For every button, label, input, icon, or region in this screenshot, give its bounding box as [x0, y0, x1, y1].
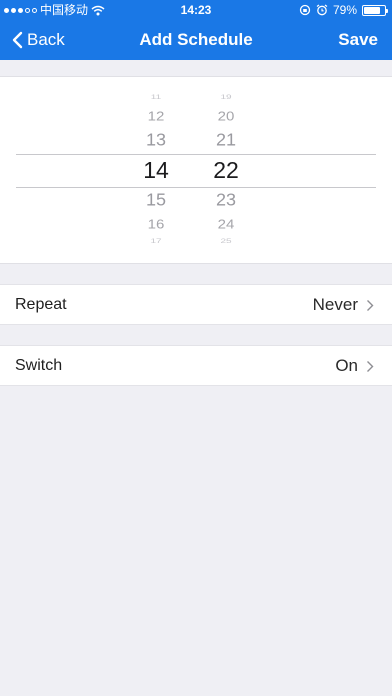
status-right: 79%: [299, 0, 388, 20]
hour-option[interactable]: 12: [126, 108, 186, 124]
repeat-value: Never: [312, 295, 358, 314]
chevron-right-icon: [367, 300, 374, 311]
battery-percent: 79%: [332, 3, 357, 17]
navigation-bar: Back Add Schedule Save: [0, 20, 392, 60]
hour-wheel[interactable]: 11 12 13 14 15 16 17: [126, 77, 186, 263]
minute-option[interactable]: 23: [196, 190, 256, 211]
minute-option[interactable]: 21: [196, 130, 256, 151]
orientation-lock-icon: [299, 4, 311, 16]
time-picker[interactable]: 11 12 13 14 15 16 17 19 20 21 22 23 24 25: [0, 76, 392, 264]
minute-option[interactable]: 25: [196, 238, 256, 246]
minute-option[interactable]: 20: [196, 108, 256, 124]
minute-selected[interactable]: 22: [196, 157, 256, 184]
chevron-right-icon: [367, 361, 374, 372]
header-bar: 中国移动 14:23 79% Back Add Schedule Save: [0, 0, 392, 60]
hour-option[interactable]: 15: [126, 190, 186, 211]
save-button[interactable]: Save: [338, 20, 378, 60]
page-title: Add Schedule: [139, 30, 253, 49]
status-bar: 中国移动 14:23 79%: [0, 0, 392, 20]
repeat-row[interactable]: Repeat Never: [0, 284, 392, 325]
minute-option[interactable]: 19: [196, 94, 256, 102]
hour-option[interactable]: 11: [126, 94, 186, 102]
hour-option[interactable]: 17: [126, 238, 186, 246]
switch-value: On: [335, 356, 358, 375]
hour-option[interactable]: 13: [126, 130, 186, 151]
hour-selected[interactable]: 14: [126, 157, 186, 184]
battery-fill: [364, 6, 380, 14]
alarm-icon: [316, 4, 328, 16]
battery-icon: [362, 4, 388, 16]
hour-option[interactable]: 16: [126, 216, 186, 232]
switch-row[interactable]: Switch On: [0, 345, 392, 386]
repeat-label: Repeat: [15, 296, 67, 313]
minute-wheel[interactable]: 19 20 21 22 23 24 25: [196, 77, 256, 263]
minute-option[interactable]: 24: [196, 216, 256, 232]
switch-label: Switch: [15, 357, 63, 374]
